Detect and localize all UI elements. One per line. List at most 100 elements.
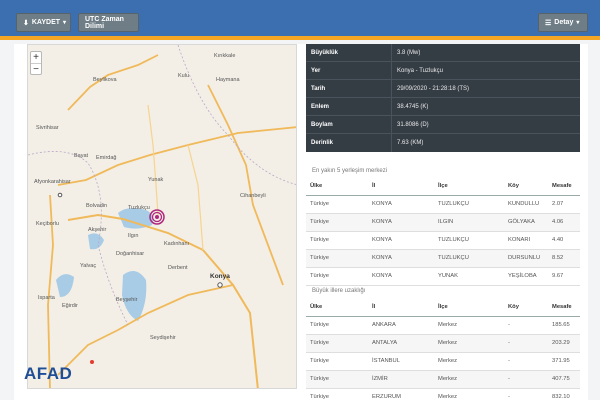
table-cell: Merkez [434,316,504,335]
table-row: Türkiye İZMİR Merkez - 407.75 [306,370,580,389]
column-header: İlçe [434,298,504,317]
column-header: Köy [504,298,548,317]
table-cell: 832.10 [548,388,580,400]
table-cell: KONYA [368,231,434,250]
map-label: Emirdağ [96,155,117,161]
table-cell: - [504,352,548,371]
table-row: Türkiye KONYA YUNAK YEŞİLOBA 9.67 [306,267,580,286]
caret-down-icon: ▾ [63,20,67,26]
info-value: 31.8086 (D) [397,121,429,128]
epicenter-marker-core [155,215,159,219]
map-label: Seydişehir [150,335,176,341]
fullscreen-icon[interactable]: ⤢ [296,51,297,65]
save-button[interactable]: ⬇ KAYDET ▾ [16,13,71,32]
table-cell: ANKARA [368,316,434,335]
map-label: Doğanhisar [116,251,145,257]
table-cell: ANTALYA [368,334,434,353]
table-cell: - [504,316,548,335]
info-key: Derinlik [306,134,392,152]
table-cell: 185.65 [548,316,580,335]
column-header: Mesafe [548,177,580,196]
info-row: Derinlik 7.63 (KM) [306,134,580,152]
table-cell: 2.07 [548,195,580,214]
map-label: Kırıkkale [214,53,236,59]
table-cell: 371.95 [548,352,580,371]
table-cell: TUZLUKÇU [434,231,504,250]
table-cell: Türkiye [306,213,368,232]
table-cell: 407.75 [548,370,580,389]
table-cell: Türkiye [306,388,368,400]
table-cell: - [504,370,548,389]
zoom-in-button[interactable]: + [31,52,41,63]
table-cell: Türkiye [306,195,368,214]
table-row: Türkiye ANTALYA Merkez - 203.29 [306,334,580,353]
table-row: Türkiye ANKARA Merkez - 185.65 [306,316,580,335]
table-cell: ILGIN [434,213,504,232]
table-cell: Merkez [434,370,504,389]
detail-dropdown-button[interactable]: ☰ Detay ▾ [538,13,588,32]
utc-timezone-button[interactable]: UTC Zaman Dilimi [78,13,139,32]
info-value: 7.63 (KM) [397,140,424,146]
column-header: İlçe [434,177,504,196]
table-cell: KONYA [368,213,434,232]
zoom-out-button[interactable]: − [31,64,41,75]
afad-logo-text: AFAD [24,364,73,383]
info-row: Enlem 38.4745 (K) [306,98,580,116]
map-red-marker [90,360,94,364]
table-cell: KONARI [504,231,548,250]
earthquake-map[interactable]: + − ⤢ Kulu Beylikova Haymana Sivrihisar … [27,44,297,389]
column-header: İl [368,177,434,196]
map-label: Sivrihisar [36,125,59,131]
table-cell: Türkiye [306,249,368,268]
utc-button-label: UTC Zaman Dilimi [85,15,124,30]
major-cities-distance-table: Ülke İl İlçe Köy Mesafe Türkiye ANKARA M… [306,298,580,400]
nearest-settlements-table: Ülke İl İlçe Köy Mesafe Türkiye KONYA TU… [306,177,580,286]
table-row: Türkiye KONYA TUZLUKÇU DURSUNLU 8.52 [306,249,580,268]
column-header: İl [368,298,434,317]
map-label: Haymana [216,77,240,83]
table-cell: TUZLUKÇU [434,195,504,214]
table-cell: Türkiye [306,334,368,353]
table-cell: 9.67 [548,267,580,286]
info-row: Yer Konya - Tuzlukçu [306,62,580,80]
table-cell: İZMİR [368,370,434,389]
table-cell: DURSUNLU [504,249,548,268]
map-label: Ilgın [128,233,139,239]
info-key: Enlem [306,98,392,115]
afad-logo: AFAD [24,364,72,384]
map-label: Keçiborlu [36,221,59,227]
info-row: Tarih 29/09/2020 - 21:28:18 (TS) [306,80,580,98]
column-header: Ülke [306,298,368,317]
download-icon: ⬇ [23,19,29,27]
zoom-control: + − [30,51,42,75]
table-cell: 203.29 [548,334,580,353]
info-value: Konya - Tuzlukçu [397,67,444,74]
table-header-row: Ülke İl İlçe Köy Mesafe [306,298,580,317]
info-value: 29/09/2020 - 21:28:18 (TS) [397,85,470,92]
konya-city-dot [217,282,223,288]
table-cell: 8.52 [548,249,580,268]
table-cell: KONYA [368,267,434,286]
info-value: 3.8 (Mw) [397,49,421,56]
nearest-section-title: En yakın 5 yerleşim merkezi [312,168,388,174]
table-cell: - [504,388,548,400]
table-cell: - [504,334,548,353]
map-label: Bayat [74,153,89,159]
table-cell: Merkez [434,352,504,371]
table-cell: Türkiye [306,316,368,335]
table-cell: Türkiye [306,231,368,250]
caret-down-icon: ▾ [576,20,580,26]
afyon-city-dot [57,192,63,198]
info-key: Tarih [306,80,392,97]
table-cell: 4.40 [548,231,580,250]
map-label: Konya [210,273,230,280]
detail-button-label: Detay [554,19,574,26]
table-cell: TUZLUKÇU [434,249,504,268]
table-cell: İSTANBUL [368,352,434,371]
table-cell: YUNAK [434,267,504,286]
column-header: Mesafe [548,298,580,317]
info-row: Büyüklük 3.8 (Mw) [306,44,580,62]
map-label: Tuzlukçu [128,205,150,211]
map-label: Kulu [178,73,190,79]
map-label: Yunak [148,177,164,183]
